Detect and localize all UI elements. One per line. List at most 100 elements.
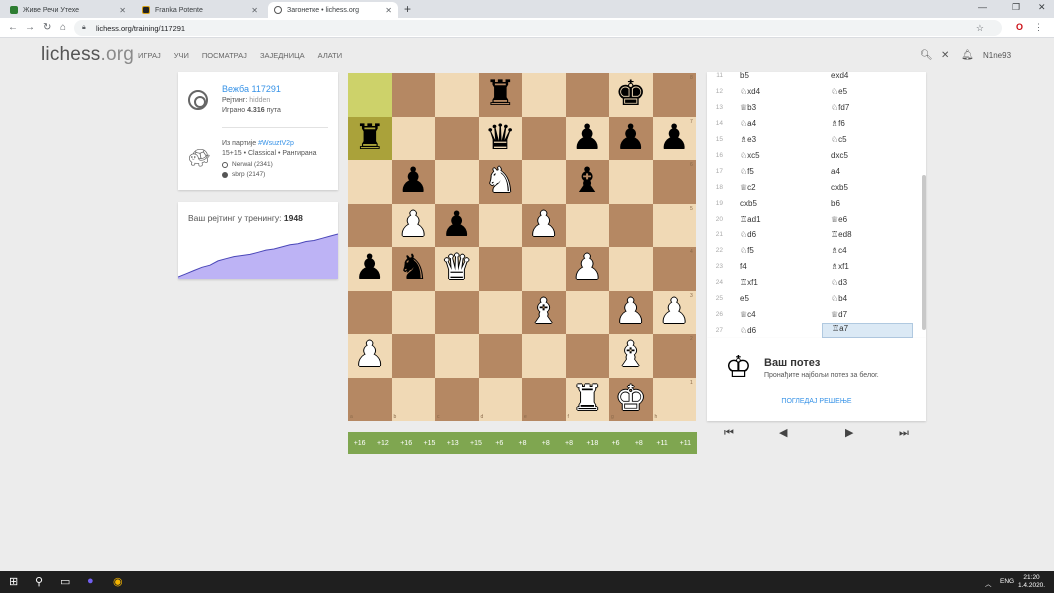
square-g5[interactable]: [609, 203, 653, 247]
white-move[interactable]: ♕c2: [731, 183, 822, 192]
square-d3[interactable]: [478, 290, 522, 334]
white-move[interactable]: ♘a4: [731, 119, 822, 128]
search-icon[interactable]: 🔍︎: [920, 50, 933, 61]
nav-learn[interactable]: УЧИ: [174, 51, 189, 60]
close-tab-icon[interactable]: ✕: [385, 6, 392, 15]
white-bishop-e3[interactable]: ♝: [522, 291, 566, 335]
white-pawn-f4[interactable]: ♟: [566, 247, 610, 291]
home-icon[interactable]: ⌂: [60, 22, 66, 33]
white-move[interactable]: b5: [731, 72, 822, 80]
square-b3[interactable]: [391, 290, 435, 334]
white-move[interactable]: ♗e3: [731, 135, 822, 144]
forward-icon[interactable]: →: [25, 22, 35, 33]
black-move[interactable]: ♗f6: [822, 119, 913, 128]
square-c2[interactable]: [435, 334, 479, 378]
black-move[interactable]: cxb5: [822, 183, 913, 192]
square-c1[interactable]: [435, 377, 479, 421]
search-icon[interactable]: ⚲: [35, 575, 43, 588]
black-pawn-h7[interactable]: ♟: [653, 117, 697, 161]
black-move[interactable]: ♘d3: [822, 278, 913, 287]
white-bishop-g2[interactable]: ♝: [609, 334, 653, 378]
white-move[interactable]: ♖ad1: [731, 215, 822, 224]
black-move[interactable]: b6: [822, 199, 913, 208]
white-rook-f1[interactable]: ♜: [566, 378, 610, 422]
close-tab-icon[interactable]: ✕: [251, 6, 258, 15]
square-a1[interactable]: [348, 377, 392, 421]
square-a3[interactable]: [348, 290, 392, 334]
black-move[interactable]: ♘b4: [822, 294, 913, 303]
white-pawn-g3[interactable]: ♟: [609, 291, 653, 335]
move-list-scrollbar[interactable]: [922, 175, 926, 330]
square-a8[interactable]: [348, 73, 392, 117]
square-c7[interactable]: [435, 116, 479, 160]
white-move[interactable]: ♘f5: [731, 246, 822, 255]
square-f2[interactable]: [565, 334, 609, 378]
square-d2[interactable]: [478, 334, 522, 378]
browser-tab-1[interactable]: Franka Potente ✕: [136, 2, 264, 18]
black-player[interactable]: sbrp (2147): [222, 171, 265, 178]
black-pawn-f7[interactable]: ♟: [566, 117, 610, 161]
black-pawn-c5[interactable]: ♟: [435, 204, 479, 248]
menu-dots-icon[interactable]: ⋮: [1034, 22, 1043, 33]
black-move[interactable]: ♖a7: [822, 322, 913, 338]
black-king-g8[interactable]: ♚: [609, 73, 653, 117]
challenge-icon[interactable]: ✕: [941, 50, 949, 61]
black-move[interactable]: ♗xf1: [822, 262, 913, 271]
white-move[interactable]: ♖xf1: [731, 278, 822, 287]
white-king-g1[interactable]: ♚: [609, 378, 653, 422]
viber-icon[interactable]: ●: [87, 575, 94, 587]
next-move-button[interactable]: ▶: [845, 426, 853, 439]
black-move[interactable]: dxc5: [822, 151, 913, 160]
browser-tab-0[interactable]: Живе Речи Утехе ✕: [4, 2, 132, 18]
white-move[interactable]: ♕b3: [731, 103, 822, 112]
black-pawn-g7[interactable]: ♟: [609, 117, 653, 161]
puzzle-title[interactable]: Вежба 117291: [222, 84, 281, 94]
browser-tab-2[interactable]: Загонетке • lichess.org ✕: [268, 2, 398, 18]
new-tab-icon[interactable]: +: [404, 2, 411, 16]
black-move[interactable]: ♗c4: [822, 246, 913, 255]
back-icon[interactable]: ←: [8, 22, 18, 33]
windows-start-icon[interactable]: ⊞: [9, 575, 18, 588]
view-solution-button[interactable]: ПОГЛЕДАЈ РЕШЕЊЕ: [707, 398, 926, 405]
reload-icon[interactable]: ↻: [43, 22, 51, 33]
chess-board[interactable]: 8 7 6 5 4 3 2 1 a b c d e f g h ♜ ♚ ♜ ♛ ♟ ♟ ♟ ♟ ♞ ♝ ♟ ♟ ♟ ♟ ♞ ♛ ♟ ♝ ♟ ♟ ♟ ♝ ♜ ♚: [348, 73, 696, 421]
white-pawn-h3[interactable]: ♟: [653, 291, 697, 335]
black-rook-d8[interactable]: ♜: [479, 73, 523, 117]
square-g4[interactable]: [609, 247, 653, 291]
square-d1[interactable]: [478, 377, 522, 421]
square-d5[interactable]: [478, 203, 522, 247]
square-c6[interactable]: [435, 160, 479, 204]
chrome-icon[interactable]: ◉: [113, 575, 123, 588]
square-b7[interactable]: [391, 116, 435, 160]
white-queen-c4[interactable]: ♛: [435, 247, 479, 291]
square-c8[interactable]: [435, 73, 479, 117]
white-move[interactable]: e5: [731, 294, 822, 303]
white-pawn-e5[interactable]: ♟: [522, 204, 566, 248]
restore-icon[interactable]: ❐: [1012, 2, 1020, 13]
nav-play[interactable]: ИГРАЈ: [138, 51, 161, 60]
black-move[interactable]: exd4: [822, 72, 913, 80]
black-queen-d7[interactable]: ♛: [479, 117, 523, 161]
black-move[interactable]: a4: [822, 167, 913, 176]
white-move[interactable]: ♘f5: [731, 167, 822, 176]
square-a6[interactable]: [348, 160, 392, 204]
square-d4[interactable]: [478, 247, 522, 291]
nav-watch[interactable]: ПОСМАТРАЈ: [202, 51, 247, 60]
white-move[interactable]: ♘xd4: [731, 87, 822, 96]
first-move-button[interactable]: ⏮: [724, 426, 734, 440]
white-move[interactable]: cxb5: [731, 199, 822, 208]
address-bar[interactable]: 🔒︎ lichess.org/training/117291 ☆: [74, 20, 1002, 36]
square-c3[interactable]: [435, 290, 479, 334]
square-e1[interactable]: [522, 377, 566, 421]
white-knight-d6[interactable]: ♞: [479, 160, 523, 204]
nav-community[interactable]: ЗАЈЕДНИЦА: [260, 51, 305, 60]
close-window-icon[interactable]: ✕: [1038, 2, 1046, 13]
white-move[interactable]: ♕c4: [731, 310, 822, 319]
square-b2[interactable]: [391, 334, 435, 378]
last-move-button[interactable]: ⏭: [899, 426, 909, 440]
white-move[interactable]: f4: [731, 262, 822, 271]
task-view-icon[interactable]: ▭: [60, 575, 70, 588]
square-f5[interactable]: [565, 203, 609, 247]
black-rook-a7[interactable]: ♜: [348, 117, 392, 161]
username-link[interactable]: N1ne93: [983, 51, 1011, 60]
